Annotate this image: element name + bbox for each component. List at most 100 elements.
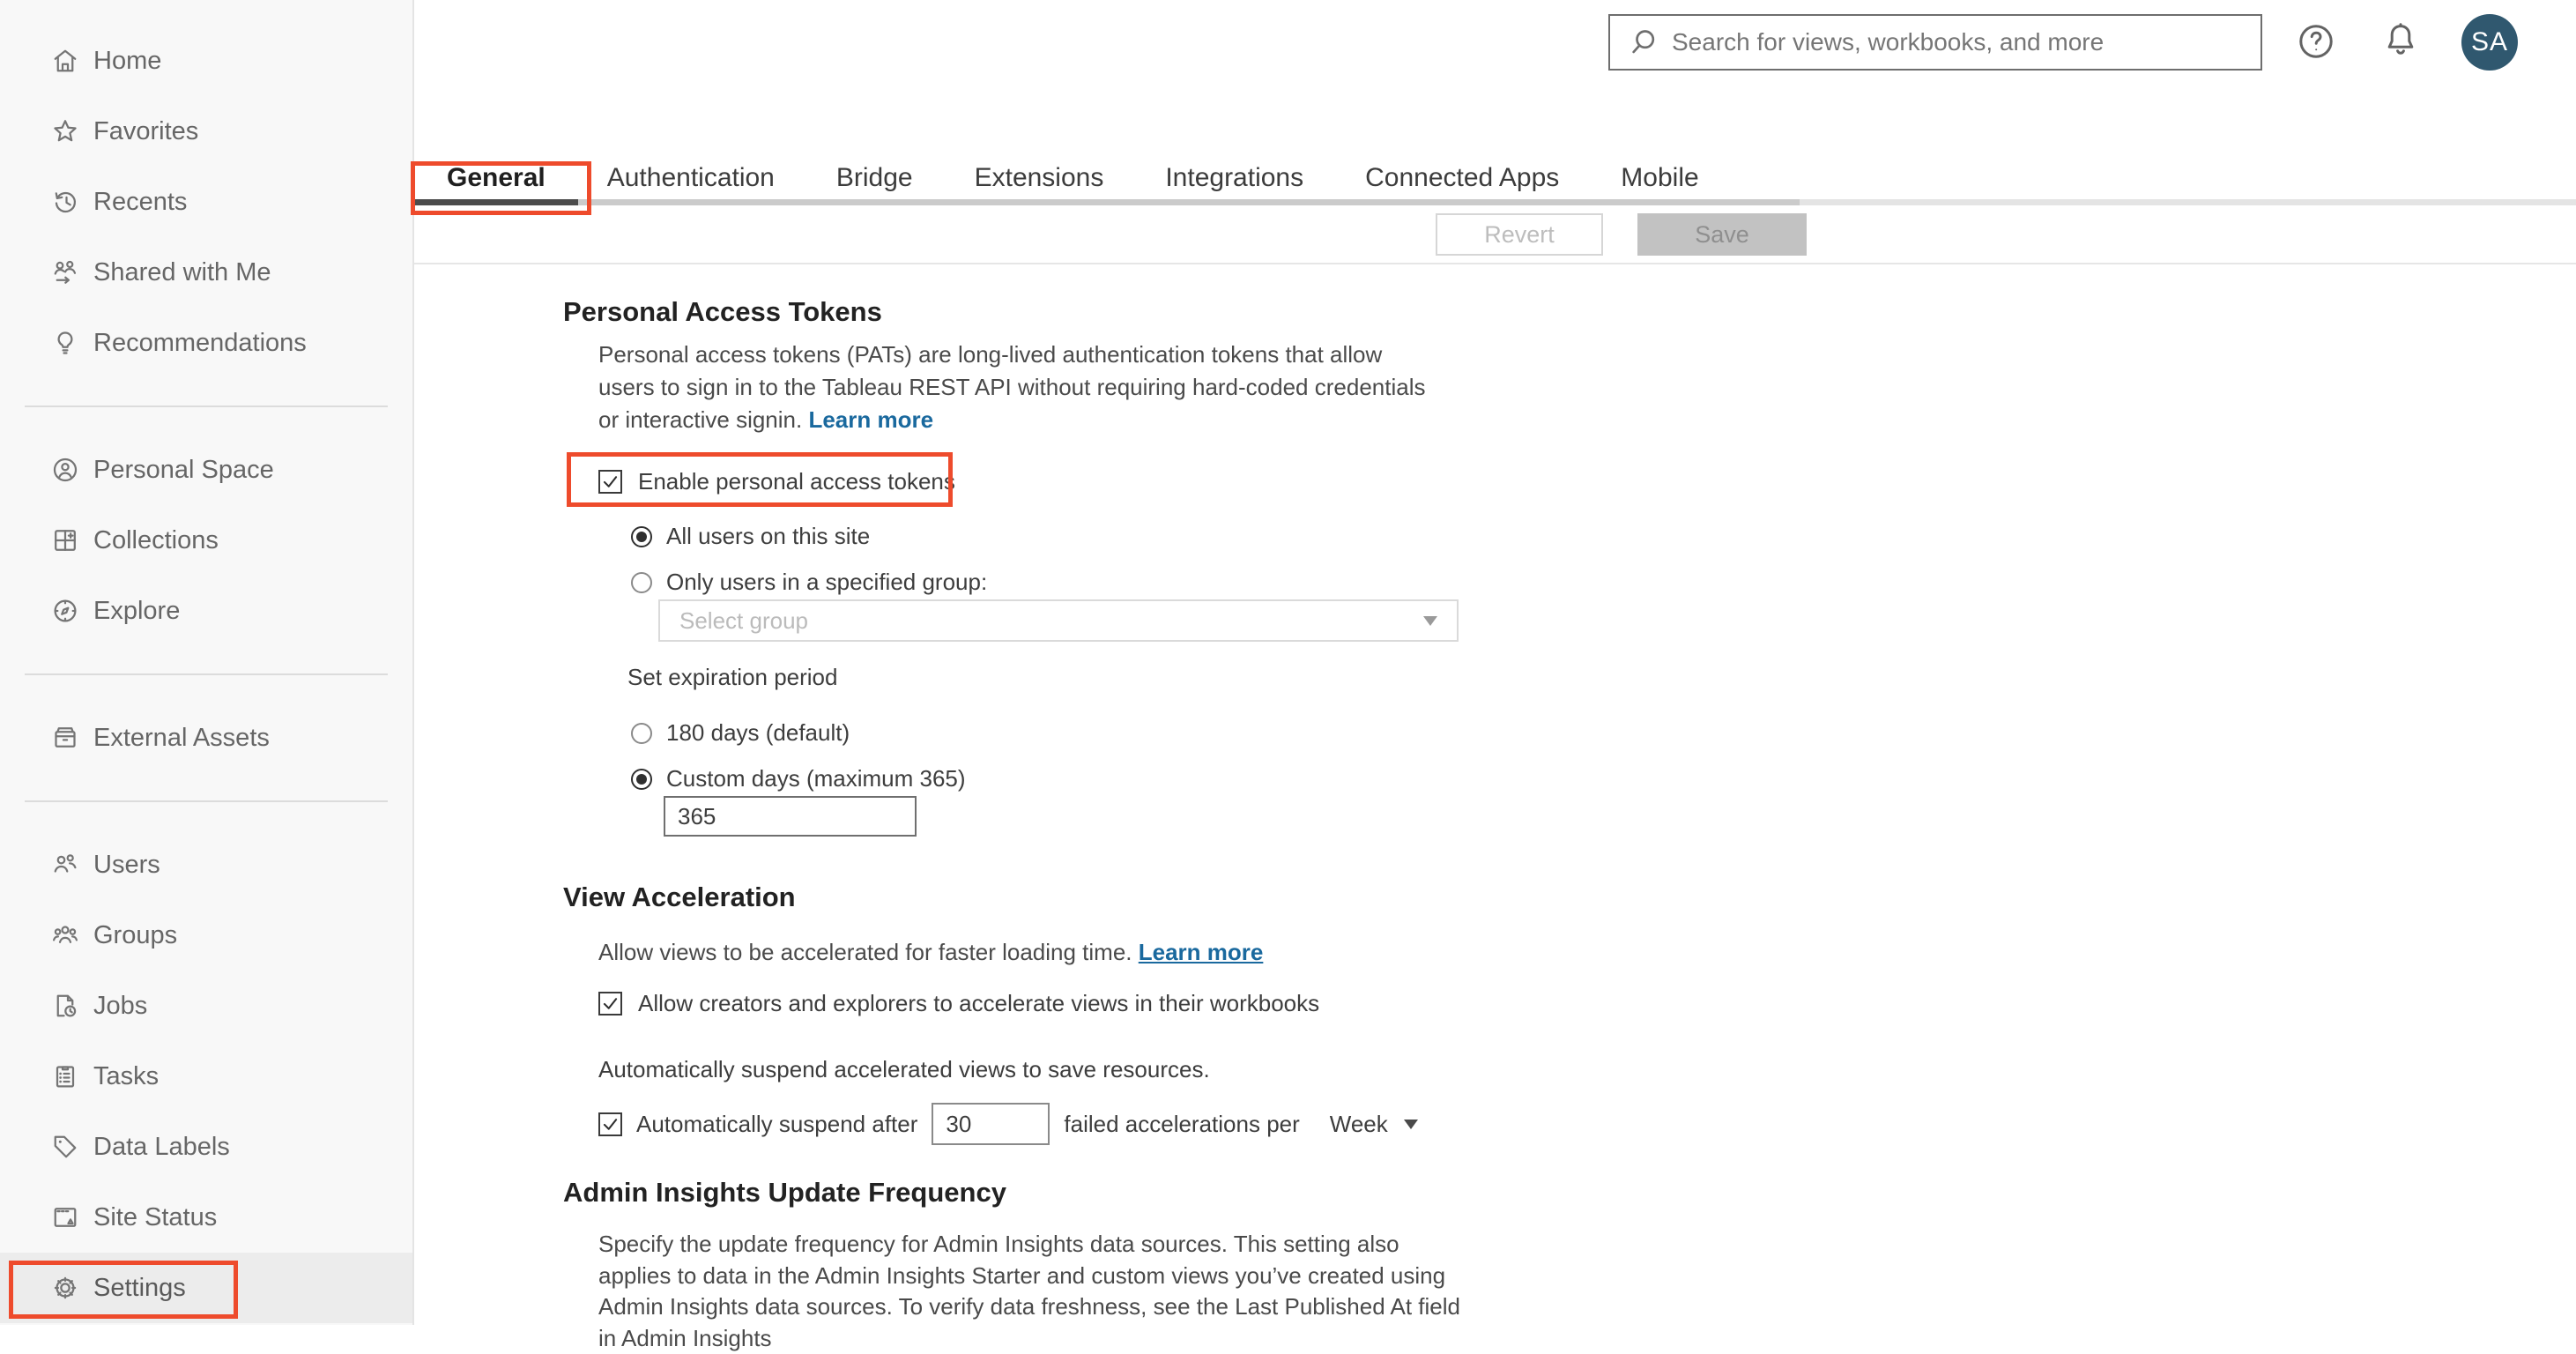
- groups-icon: [52, 926, 78, 943]
- sidebar-item-users[interactable]: Users: [0, 830, 412, 900]
- tab-general[interactable]: General: [416, 157, 576, 199]
- star-icon: [54, 120, 77, 142]
- home-icon: [54, 49, 77, 72]
- sidebar-item-label: Favorites: [93, 116, 199, 145]
- site-status-icon: [54, 1208, 77, 1227]
- compass-icon: [54, 599, 77, 622]
- sidebar-item-label: Recommendations: [93, 328, 307, 357]
- tableau-site-settings-page: { "colors": { "annotation_red": "#ee4b2c…: [0, 0, 2576, 1351]
- check-icon: [603, 476, 618, 487]
- search-box[interactable]: [1608, 14, 2262, 71]
- sidebar-item-shared-with-me[interactable]: Shared with Me: [0, 237, 412, 308]
- shared-with-me-icon: [54, 260, 77, 284]
- suspend-count-input[interactable]: [932, 1103, 1050, 1145]
- save-button[interactable]: Save: [1637, 213, 1807, 256]
- jobs-icon: [56, 994, 77, 1017]
- sidebar-item-tasks[interactable]: Tasks: [0, 1041, 412, 1112]
- admin-insights-description: Specify the update frequency for Admin I…: [598, 1231, 1460, 1351]
- enable-pat-checkbox[interactable]: [598, 470, 622, 494]
- tab-integrations[interactable]: Integrations: [1134, 157, 1334, 199]
- allow-accelerate-checkbox[interactable]: [598, 992, 622, 1016]
- sidebar-item-label: Explore: [93, 596, 181, 625]
- sidebar-item-recents[interactable]: Recents: [0, 167, 412, 237]
- sidebar-item-label: Recents: [93, 187, 188, 216]
- auto-suspend-checkbox[interactable]: [598, 1112, 622, 1136]
- custom-days-row: Custom days (maximum 365): [631, 765, 966, 792]
- suspend-suffix-label: failed accelerations per: [1064, 1110, 1300, 1137]
- sidebar-item-groups[interactable]: Groups: [0, 900, 412, 971]
- search-icon: [1632, 30, 1655, 54]
- default-days-label: 180 days (default): [666, 719, 850, 746]
- custom-days-input[interactable]: [664, 796, 917, 837]
- all-users-radio[interactable]: [631, 525, 652, 547]
- sidebar-item-label: Site Status: [93, 1202, 218, 1231]
- avatar[interactable]: SA: [2461, 14, 2518, 71]
- tab-bridge[interactable]: Bridge: [805, 157, 944, 199]
- admin-insights-heading: Admin Insights Update Frequency: [563, 1177, 1006, 1208]
- tab-extensions[interactable]: Extensions: [944, 157, 1135, 199]
- view-acceleration-description-text: Allow views to be accelerated for faster…: [598, 939, 1132, 965]
- bell-icon: [2387, 23, 2414, 55]
- tab-underline-track-right: [1800, 199, 2576, 205]
- sidebar-item-home[interactable]: Home: [0, 26, 412, 96]
- group-users-radio[interactable]: [631, 571, 652, 593]
- sidebar-item-label: Settings: [93, 1273, 186, 1302]
- sidebar-item-site-status[interactable]: Site Status: [0, 1182, 412, 1253]
- period-value: Week: [1329, 1110, 1388, 1137]
- help-icon: [2299, 25, 2333, 58]
- active-tab-underline: [414, 199, 578, 205]
- allow-accelerate-label: Allow creators and explorers to accelera…: [638, 990, 1320, 1016]
- sidebar-item-jobs[interactable]: Jobs: [0, 971, 412, 1041]
- select-group-dropdown[interactable]: Select group: [658, 599, 1459, 642]
- external-assets-icon: [55, 727, 76, 748]
- pat-description: Personal access tokens (PATs) are long-l…: [598, 338, 1437, 436]
- sidebar-item-label: Collections: [93, 525, 219, 554]
- lightbulb-icon: [57, 331, 73, 354]
- view-acceleration-heading: View Acceleration: [563, 882, 796, 912]
- sidebar-item-data-labels[interactable]: Data Labels: [0, 1112, 412, 1182]
- pat-learn-more-link[interactable]: Learn more: [808, 406, 933, 433]
- sidebar-item-external-assets[interactable]: External Assets: [0, 703, 412, 773]
- sidebar-item-personal-space[interactable]: Personal Space: [0, 435, 412, 505]
- sidebar-item-label: Data Labels: [93, 1132, 230, 1161]
- gear-icon: [54, 1276, 77, 1299]
- sidebar-divider: [25, 673, 388, 675]
- select-group-placeholder: Select group: [679, 606, 808, 634]
- sidebar-divider: [25, 405, 388, 407]
- tab-authentication[interactable]: Authentication: [576, 157, 805, 199]
- sidebar-item-favorites[interactable]: Favorites: [0, 96, 412, 167]
- person-circle-icon: [53, 458, 78, 482]
- suspend-row: Automatically suspend after failed accel…: [598, 1103, 1418, 1145]
- sidebar-item-collections[interactable]: Collections: [0, 505, 412, 576]
- tag-icon: [54, 1135, 77, 1158]
- revert-button[interactable]: Revert: [1436, 213, 1603, 256]
- suspend-intro-text: Automatically suspend accelerated views …: [598, 1056, 1210, 1082]
- enable-pat-row: Enable personal access tokens: [598, 468, 955, 495]
- sidebar-item-explore[interactable]: Explore: [0, 576, 412, 646]
- search-input[interactable]: [1672, 18, 2260, 67]
- sidebar: Home Favorites Recents Shared with Me Re…: [0, 0, 414, 1325]
- custom-days-label: Custom days (maximum 365): [666, 765, 966, 792]
- tab-connected-apps[interactable]: Connected Apps: [1334, 157, 1590, 199]
- sidebar-item-label: Groups: [93, 920, 178, 949]
- header-divider: [414, 263, 2576, 264]
- check-icon: [603, 998, 618, 1009]
- enable-pat-label: Enable personal access tokens: [638, 468, 955, 495]
- sidebar-item-recommendations[interactable]: Recommendations: [0, 308, 412, 378]
- all-users-row: All users on this site: [631, 523, 870, 550]
- help-button[interactable]: [2295, 20, 2337, 67]
- group-users-label: Only users in a specified group:: [666, 569, 988, 595]
- period-dropdown[interactable]: Week: [1330, 1111, 1418, 1138]
- suspend-prefix-label: Automatically suspend after: [636, 1110, 918, 1137]
- pat-heading: Personal Access Tokens: [563, 296, 882, 327]
- view-acceleration-learn-more-link[interactable]: Learn more: [1139, 939, 1264, 965]
- sidebar-item-label: Jobs: [93, 991, 148, 1020]
- expiration-label-text: Set expiration period: [627, 664, 838, 690]
- tab-mobile[interactable]: Mobile: [1590, 157, 1729, 199]
- custom-days-radio[interactable]: [631, 768, 652, 790]
- sidebar-item-label: Home: [93, 46, 162, 75]
- default-days-radio[interactable]: [631, 722, 652, 744]
- sidebar-item-settings[interactable]: Settings: [0, 1253, 412, 1323]
- notifications-button[interactable]: [2379, 19, 2422, 66]
- users-icon: [54, 854, 77, 873]
